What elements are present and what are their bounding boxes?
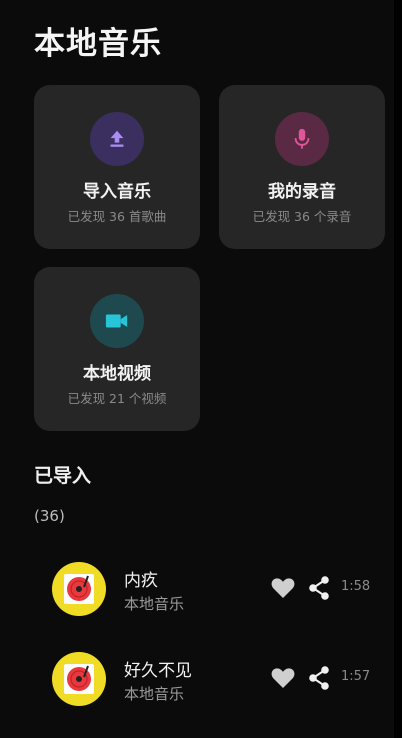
- song-duration: 1:58: [341, 579, 371, 594]
- card-subtitle: 已发现 36 首歌曲: [67, 209, 167, 224]
- share-icon[interactable]: [307, 665, 331, 691]
- page-title: 本地音乐: [34, 26, 162, 62]
- video-camera-icon: [90, 294, 144, 348]
- imported-count: (36): [34, 507, 65, 525]
- upload-icon: [90, 112, 144, 166]
- local-music-screen: 本地音乐 导入音乐 已发现 36 首歌曲 我的录音 已发现 36 个录音 本地视…: [0, 0, 402, 738]
- song-title: 好久不见: [124, 661, 192, 681]
- song-row[interactable]: 内疚 本地音乐 1:58: [0, 558, 394, 620]
- my-recordings-card[interactable]: 我的录音 已发现 36 个录音: [219, 85, 385, 249]
- local-video-card[interactable]: 本地视频 已发现 21 个视频: [34, 267, 200, 431]
- song-source: 本地音乐: [124, 595, 185, 613]
- share-icon[interactable]: [307, 575, 331, 601]
- song-source: 本地音乐: [124, 685, 185, 703]
- card-title: 本地视频: [83, 364, 151, 384]
- album-art-icon: [52, 562, 106, 616]
- card-subtitle: 已发现 36 个录音: [252, 209, 352, 224]
- song-row[interactable]: 好久不见 本地音乐 1:57: [0, 648, 394, 710]
- song-duration: 1:57: [341, 669, 371, 684]
- favorite-heart-icon[interactable]: [270, 576, 296, 600]
- album-art-icon: [52, 652, 106, 706]
- card-subtitle: 已发现 21 个视频: [67, 391, 167, 406]
- song-title: 内疚: [124, 571, 158, 591]
- card-title: 我的录音: [268, 182, 336, 202]
- card-title: 导入音乐: [83, 182, 151, 202]
- import-music-card[interactable]: 导入音乐 已发现 36 首歌曲: [34, 85, 200, 249]
- favorite-heart-icon[interactable]: [270, 666, 296, 690]
- microphone-icon: [275, 112, 329, 166]
- imported-section-title: 已导入: [34, 465, 92, 487]
